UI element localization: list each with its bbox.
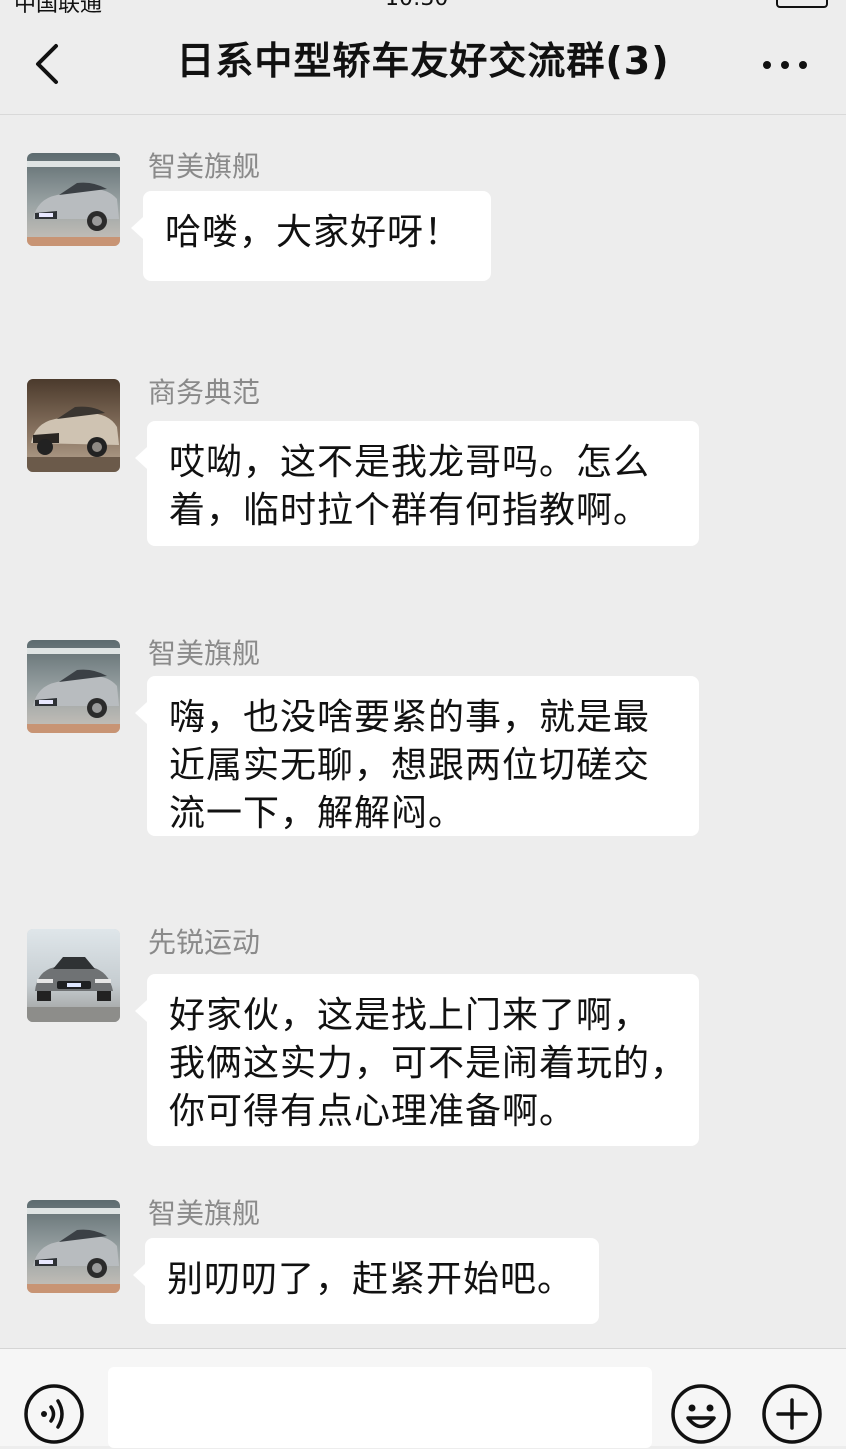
message-bubble[interactable]: 哈喽，大家好呀！ — [131, 191, 491, 281]
back-button[interactable] — [30, 40, 70, 88]
emoji-button[interactable] — [670, 1383, 732, 1445]
car-avatar-gray-accord — [27, 929, 120, 1022]
back-chevron-icon — [36, 44, 58, 84]
sender-name: 智美旗舰 — [148, 637, 261, 670]
plus-button[interactable] — [761, 1383, 823, 1445]
avatar[interactable] — [27, 1200, 120, 1293]
message-text: 哎呦，这不是我龙哥吗。怎么 — [169, 442, 651, 483]
avatar[interactable] — [27, 640, 120, 733]
more-button[interactable] — [758, 50, 818, 80]
message-bubble[interactable]: 好家伙，这是找上门来了啊， 我俩这实力，可不是闹着玩的， 你可得有点心理准备啊。 — [135, 974, 699, 1146]
more-dots-icon — [763, 61, 771, 69]
sender-name: 智美旗舰 — [148, 1197, 261, 1230]
chat-title: 日系中型轿车友好交流群(3) — [176, 39, 670, 83]
car-avatar-silver-avalon — [27, 1200, 120, 1293]
message-bubble[interactable]: 别叨叨了，赶紧开始吧。 — [133, 1238, 599, 1324]
message-text: 着，临时拉个群有何指教啊。 — [169, 490, 651, 531]
message-bubble[interactable]: 嗨，也没啥要紧的事，就是最 近属实无聊，想跟两位切磋交 流一下，解解闷。 — [135, 676, 699, 836]
emoji-icon — [671, 1384, 731, 1444]
message-bubble[interactable]: 哎呦，这不是我龙哥吗。怎么 着，临时拉个群有何指教啊。 — [135, 421, 699, 546]
message-input[interactable] — [108, 1367, 652, 1448]
sender-name: 商务典范 — [148, 376, 261, 409]
voice-button[interactable] — [23, 1383, 85, 1445]
message-text: 近属实无聊，想跟两位切磋交 — [169, 745, 651, 786]
carrier-label: 中国联通 — [14, 0, 103, 14]
chat-header: 日系中型轿车友好交流群(3) — [0, 14, 846, 115]
car-avatar-silver-avalon — [27, 640, 120, 733]
avatar[interactable] — [27, 379, 120, 472]
chat-input-bar — [0, 1348, 846, 1448]
message-text: 别叨叨了，赶紧开始吧。 — [167, 1259, 575, 1300]
message-text: 你可得有点心理准备啊。 — [169, 1091, 577, 1132]
sender-name: 先锐运动 — [148, 926, 261, 959]
plus-icon — [762, 1384, 822, 1444]
message-text: 流一下，解解闷。 — [169, 793, 466, 834]
voice-icon — [24, 1384, 84, 1444]
car-avatar-silver-avalon — [27, 153, 120, 246]
avatar[interactable] — [27, 153, 120, 246]
sender-name: 智美旗舰 — [148, 150, 261, 183]
avatar[interactable] — [27, 929, 120, 1022]
message-text: 好家伙，这是找上门来了啊， — [169, 995, 651, 1036]
message-text: 哈喽，大家好呀！ — [165, 212, 462, 253]
car-avatar-champagne-camry — [27, 379, 120, 472]
clock-label: 10:30 — [385, 0, 448, 11]
status-bar: 中国联通 10:30 — [0, 0, 846, 14]
message-text: 我俩这实力，可不是闹着玩的， — [169, 1043, 688, 1084]
battery-icon — [776, 0, 828, 8]
message-text: 嗨，也没啥要紧的事，就是最 — [169, 697, 651, 738]
